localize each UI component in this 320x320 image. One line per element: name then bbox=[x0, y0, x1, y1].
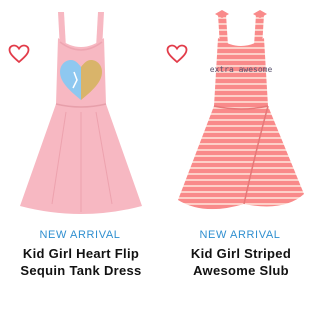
product-card[interactable]: extra awesome NEW ARRIVAL Kid Girl Strip… bbox=[160, 0, 320, 320]
product-image[interactable] bbox=[14, 8, 148, 222]
product-card[interactable]: NEW ARRIVAL Kid Girl Heart Flip Sequin T… bbox=[0, 0, 160, 320]
product-title-line-2: Sequin Tank Dress bbox=[20, 263, 142, 278]
product-image[interactable]: extra awesome bbox=[174, 8, 308, 222]
product-title[interactable]: Kid Girl Heart Flip Sequin Tank Dress bbox=[6, 245, 156, 279]
new-arrival-badge: NEW ARRIVAL bbox=[199, 229, 281, 241]
product-grid: NEW ARRIVAL Kid Girl Heart Flip Sequin T… bbox=[0, 0, 320, 320]
product-title[interactable]: Kid Girl Striped Awesome Slub bbox=[166, 245, 316, 279]
product-title-line-2: Awesome Slub bbox=[193, 263, 289, 278]
new-arrival-badge: NEW ARRIVAL bbox=[39, 229, 121, 241]
product-title-line-1: Kid Girl Striped bbox=[190, 246, 292, 261]
product-title-line-1: Kid Girl Heart Flip bbox=[22, 246, 140, 261]
dress-print-text: extra awesome bbox=[210, 65, 273, 74]
